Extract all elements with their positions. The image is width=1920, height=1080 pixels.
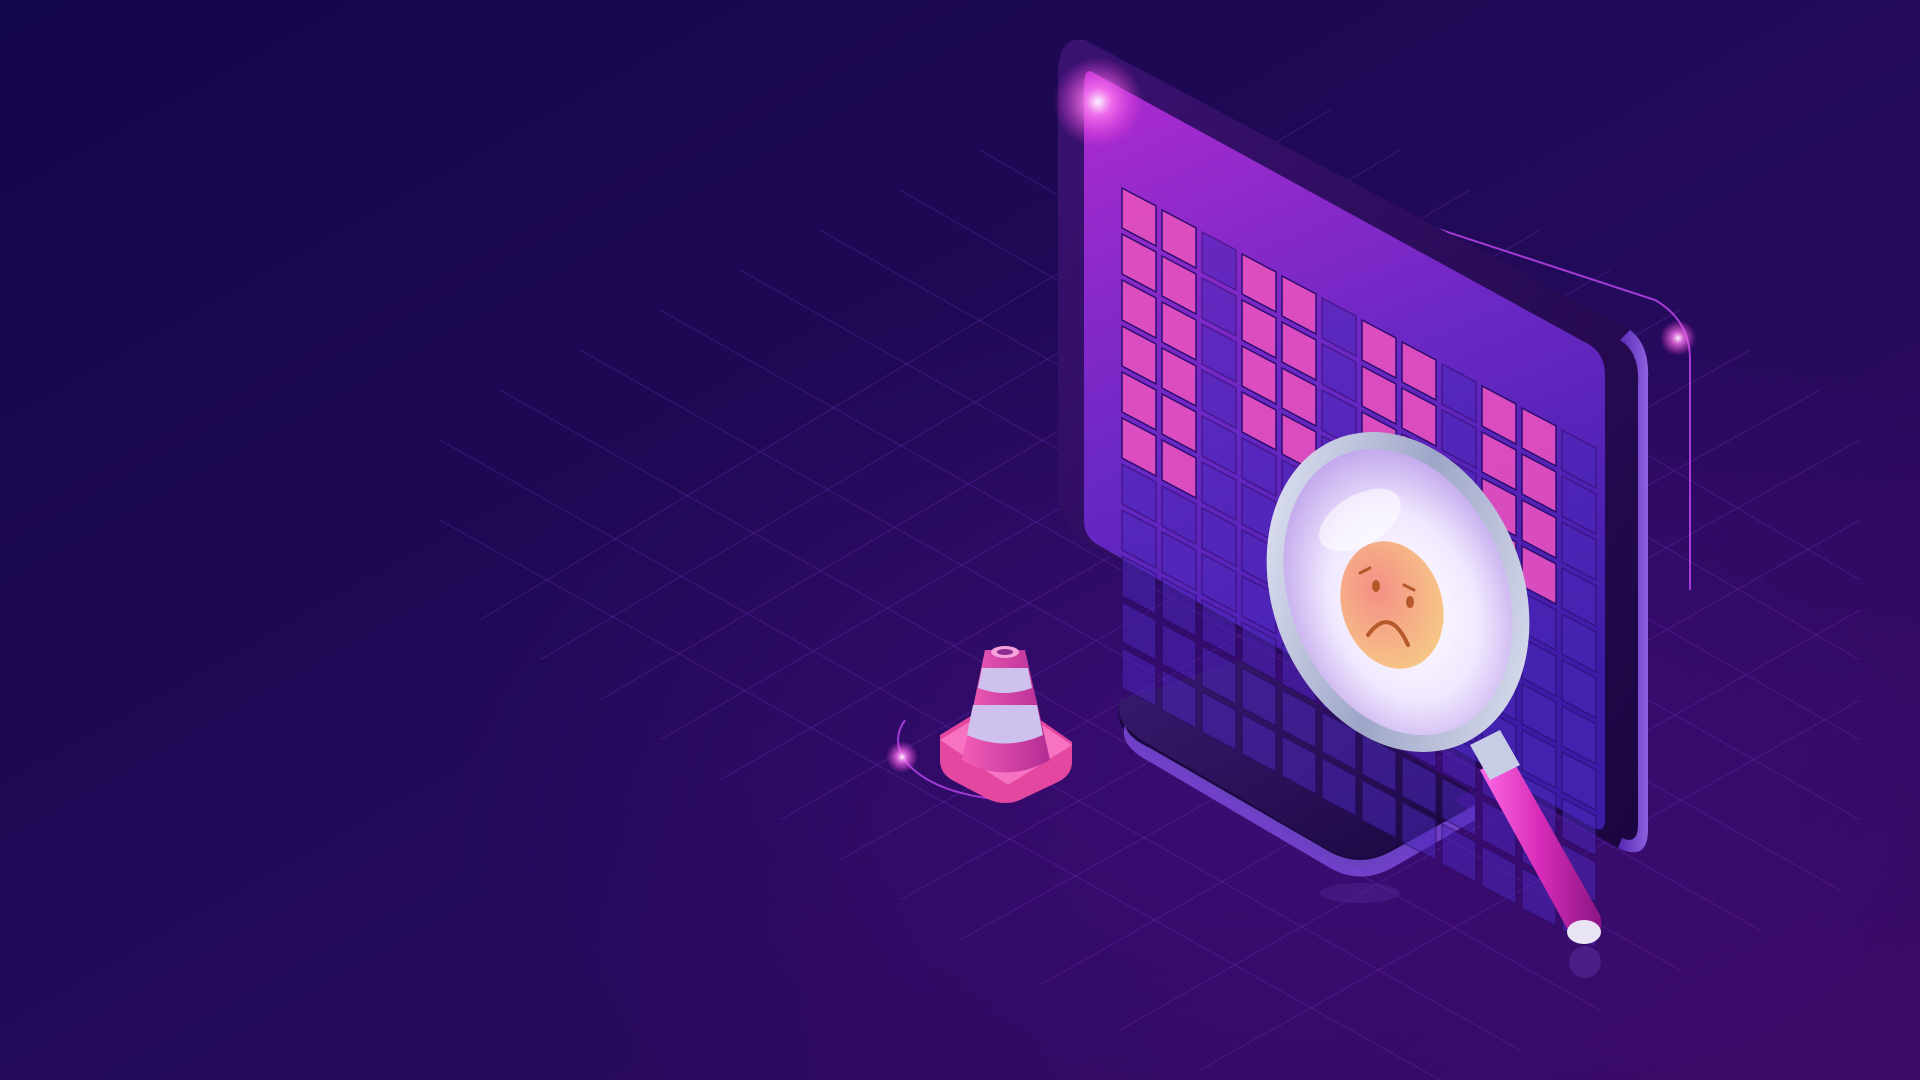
neon-spark-right [1660,320,1696,356]
error-illustration [0,0,1920,1080]
illustration-canvas [0,0,1920,1080]
screen-glow-spot [1053,57,1143,147]
